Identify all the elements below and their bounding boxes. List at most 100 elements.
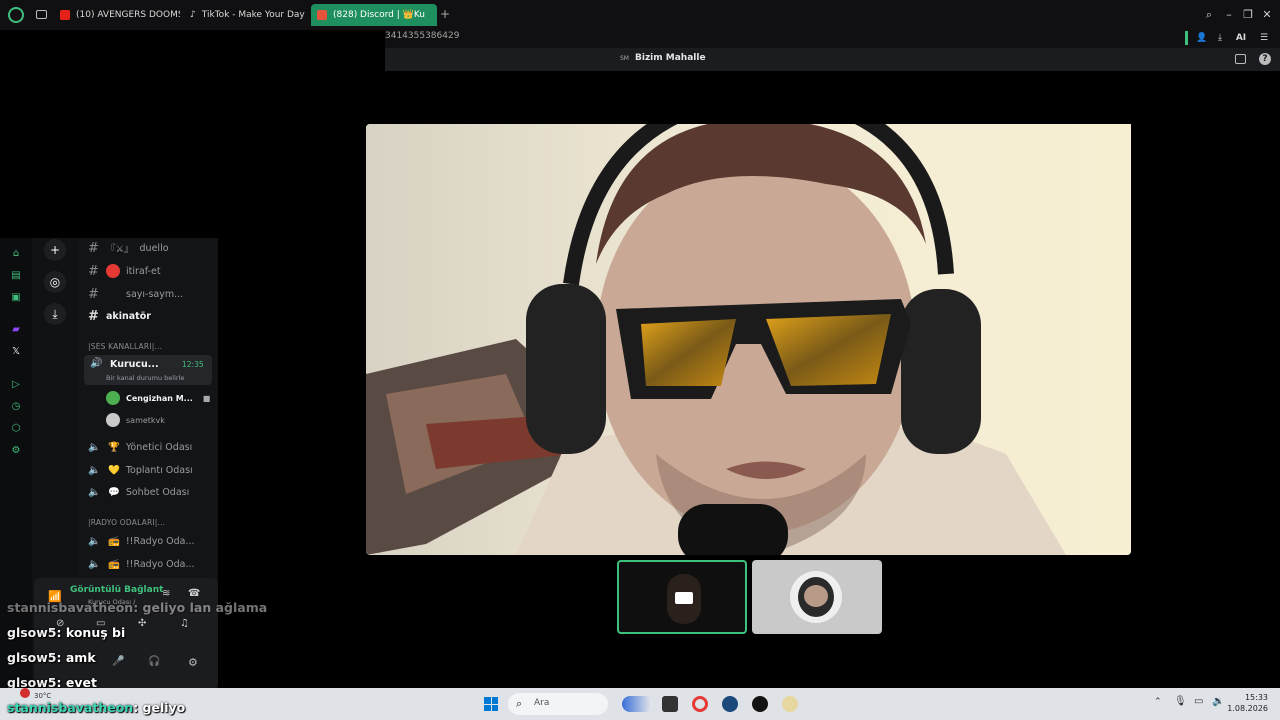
tiktok-icon: ♪ xyxy=(190,10,196,20)
activities-icon[interactable]: ✣ xyxy=(138,618,146,629)
taskbar-steam[interactable] xyxy=(722,696,738,712)
participant-tile-camera[interactable] xyxy=(617,560,747,634)
server-badge: SM xyxy=(620,55,629,62)
user-settings-icon[interactable]: ⚙ xyxy=(188,656,198,669)
channel-itiraf-et[interactable]: # itiraf-et xyxy=(88,262,161,280)
maximize-button[interactable]: ❐ xyxy=(1241,8,1255,22)
disconnect-icon[interactable]: ☎ xyxy=(188,588,200,599)
chat-message: stannisbavatheon: geliyo lan ağlama xyxy=(7,600,268,615)
voice-timer: 12:35 xyxy=(182,360,204,369)
volume-icon[interactable]: 🔉 xyxy=(1212,696,1224,707)
webcam-image xyxy=(366,124,1131,555)
tab-discord[interactable]: (828) Discord | 👑Ku xyxy=(311,4,437,26)
weather-temp[interactable]: 30°C xyxy=(34,692,51,700)
avatar xyxy=(106,391,120,405)
channel-akinator[interactable]: # akinatör xyxy=(88,307,151,325)
chat-message: stannisbavatheon: geliyo xyxy=(7,700,186,715)
taskbar-app-fish[interactable] xyxy=(622,696,652,712)
taskbar-search[interactable]: ⌕ Ara xyxy=(508,693,608,715)
tab-youtube[interactable]: (10) AVENGERS DOOMSDA xyxy=(54,4,180,26)
add-server-button[interactable]: + xyxy=(44,239,66,261)
taskbar-file-explorer[interactable] xyxy=(662,696,678,712)
download-icon[interactable]: ⤓ xyxy=(1213,31,1227,45)
mic-icon[interactable]: 🎙 xyxy=(1174,696,1187,707)
voice-status[interactable]: Bir kanal durumu belirle xyxy=(106,374,184,382)
hash-icon: # xyxy=(88,286,99,302)
download-apps-icon[interactable]: ⤓ xyxy=(44,303,66,325)
headphones-icon[interactable]: 🎧 xyxy=(148,656,160,667)
ai-icon[interactable]: AI xyxy=(1231,31,1251,45)
voice-channel-toplanti[interactable]: 🔈 💛 Toplantı Odası xyxy=(88,461,193,479)
taskbar-app-extra[interactable] xyxy=(782,696,798,712)
channel-sayi-sayma[interactable]: # sayı-saym... xyxy=(88,285,183,303)
voice-channel-radyo-1[interactable]: 🔈 📻 !!Radyo Oda... xyxy=(88,532,195,550)
hash-icon: # xyxy=(88,240,99,256)
main-video-stream[interactable] xyxy=(366,124,1131,555)
twitch-icon[interactable]: ▰ xyxy=(10,324,22,336)
browser-tab-bar: (10) AVENGERS DOOMSDA ♪ TikTok - Make Yo… xyxy=(0,0,1280,30)
start-button[interactable] xyxy=(484,697,498,711)
help-icon[interactable]: ? xyxy=(1259,53,1271,65)
history-icon[interactable]: ◷ xyxy=(10,401,22,413)
voice-channel-active[interactable]: 🔊 Kurucu... 12:35 Bir kanal durumu belir… xyxy=(84,355,212,385)
speaker-icon: 🔈 xyxy=(88,558,101,570)
page-title: Bizim Mahalle xyxy=(635,53,706,63)
window-icon[interactable]: ▤ xyxy=(10,270,22,282)
tab-tiktok[interactable]: ♪ TikTok - Make Your Day xyxy=(184,4,308,26)
search-icon: ⌕ xyxy=(516,697,523,710)
network-icon[interactable]: ▭ xyxy=(1194,696,1203,707)
menu-icon[interactable]: ☰ xyxy=(1257,31,1271,45)
opera-badge-icon xyxy=(106,264,120,278)
windows-taskbar: 30°C ⌕ Ara ⌃ 🎙 ▭ 🔉 15:33 1.08.2026 xyxy=(0,688,1280,720)
x-icon[interactable]: 𝕏 xyxy=(10,346,22,358)
search-icon[interactable]: ⌕ xyxy=(1202,8,1216,22)
soundboard-icon[interactable]: ♫ xyxy=(180,618,189,629)
speaker-icon: 🔈 xyxy=(88,486,101,498)
active-indicator xyxy=(1185,31,1188,45)
noise-suppression-icon[interactable]: ≋ xyxy=(162,588,170,599)
new-tab-button[interactable]: + xyxy=(440,8,450,20)
channel-label: sayı-saym... xyxy=(126,288,184,300)
browser-logo-icon[interactable] xyxy=(8,7,24,23)
extensions-icon[interactable]: ⬡ xyxy=(10,423,22,435)
inbox-icon[interactable] xyxy=(1235,54,1246,64)
channel-label: duello xyxy=(139,242,169,254)
voice-member[interactable]: sametkvk xyxy=(106,412,165,428)
category-voice[interactable]: |SES KANALLARI|... xyxy=(88,342,162,351)
chat-message: glsow5: amk xyxy=(7,650,96,665)
play-icon[interactable]: ▷ xyxy=(10,379,22,391)
minimize-button[interactable]: – xyxy=(1222,8,1236,22)
voice-channel-radyo-2[interactable]: 🔈 📻 !!Radyo Oda... xyxy=(88,555,195,573)
clock-time: 15:33 xyxy=(1244,693,1268,702)
workspaces-icon[interactable] xyxy=(36,10,47,19)
close-button[interactable]: ✕ xyxy=(1260,8,1274,22)
voice-channel-yonetici[interactable]: 🔈 🏆 Yönetici Odası xyxy=(88,438,192,456)
chevron-up-icon[interactable]: ⌃ xyxy=(1154,697,1162,707)
category-radio[interactable]: |RADYO ODALARI|... xyxy=(88,518,165,527)
profile-icon[interactable]: 👤 xyxy=(1195,31,1209,45)
taskbar-opera-gx[interactable] xyxy=(752,696,768,712)
channel-duello[interactable]: # 『⚔』 duello xyxy=(88,239,169,257)
settings-icon[interactable]: ⚙ xyxy=(10,445,22,457)
weather-badge xyxy=(20,688,30,698)
voice-channel-name: Kurucu... xyxy=(110,359,159,370)
participant-tile-avatar[interactable] xyxy=(752,560,882,634)
hash-icon: # xyxy=(88,263,99,279)
discord-header: SM Bizim Mahalle ? xyxy=(385,48,1280,71)
system-clock[interactable]: 15:33 1.08.2026 xyxy=(1227,692,1268,714)
avatar xyxy=(106,413,120,427)
address-bar[interactable]: 3414355386429 👤 ⤓ AI ☰ xyxy=(385,30,1280,48)
speaker-icon: 🔈 xyxy=(88,535,101,547)
discover-icon[interactable]: ◎ xyxy=(44,271,66,293)
media-icon[interactable]: ▣ xyxy=(10,292,22,304)
mic-icon[interactable]: 🎤 xyxy=(112,656,124,667)
taskbar-opera[interactable] xyxy=(692,696,708,712)
voice-channel-sohbet[interactable]: 🔈 💬 Sohbet Odası xyxy=(88,483,189,501)
hash-icon: # xyxy=(88,308,99,324)
channel-label: itiraf-et xyxy=(126,265,161,277)
video-camera-icon: ■ xyxy=(202,393,211,403)
voice-member[interactable]: Cengizhan M... ■ xyxy=(106,390,210,406)
discord-tab-icon xyxy=(317,10,327,20)
browser-sidebar: ⌂ ▤ ▣ ▰ 𝕏 ▷ ◷ ⬡ ⚙ xyxy=(0,238,32,688)
bot-icon[interactable]: ⌂ xyxy=(10,248,22,260)
